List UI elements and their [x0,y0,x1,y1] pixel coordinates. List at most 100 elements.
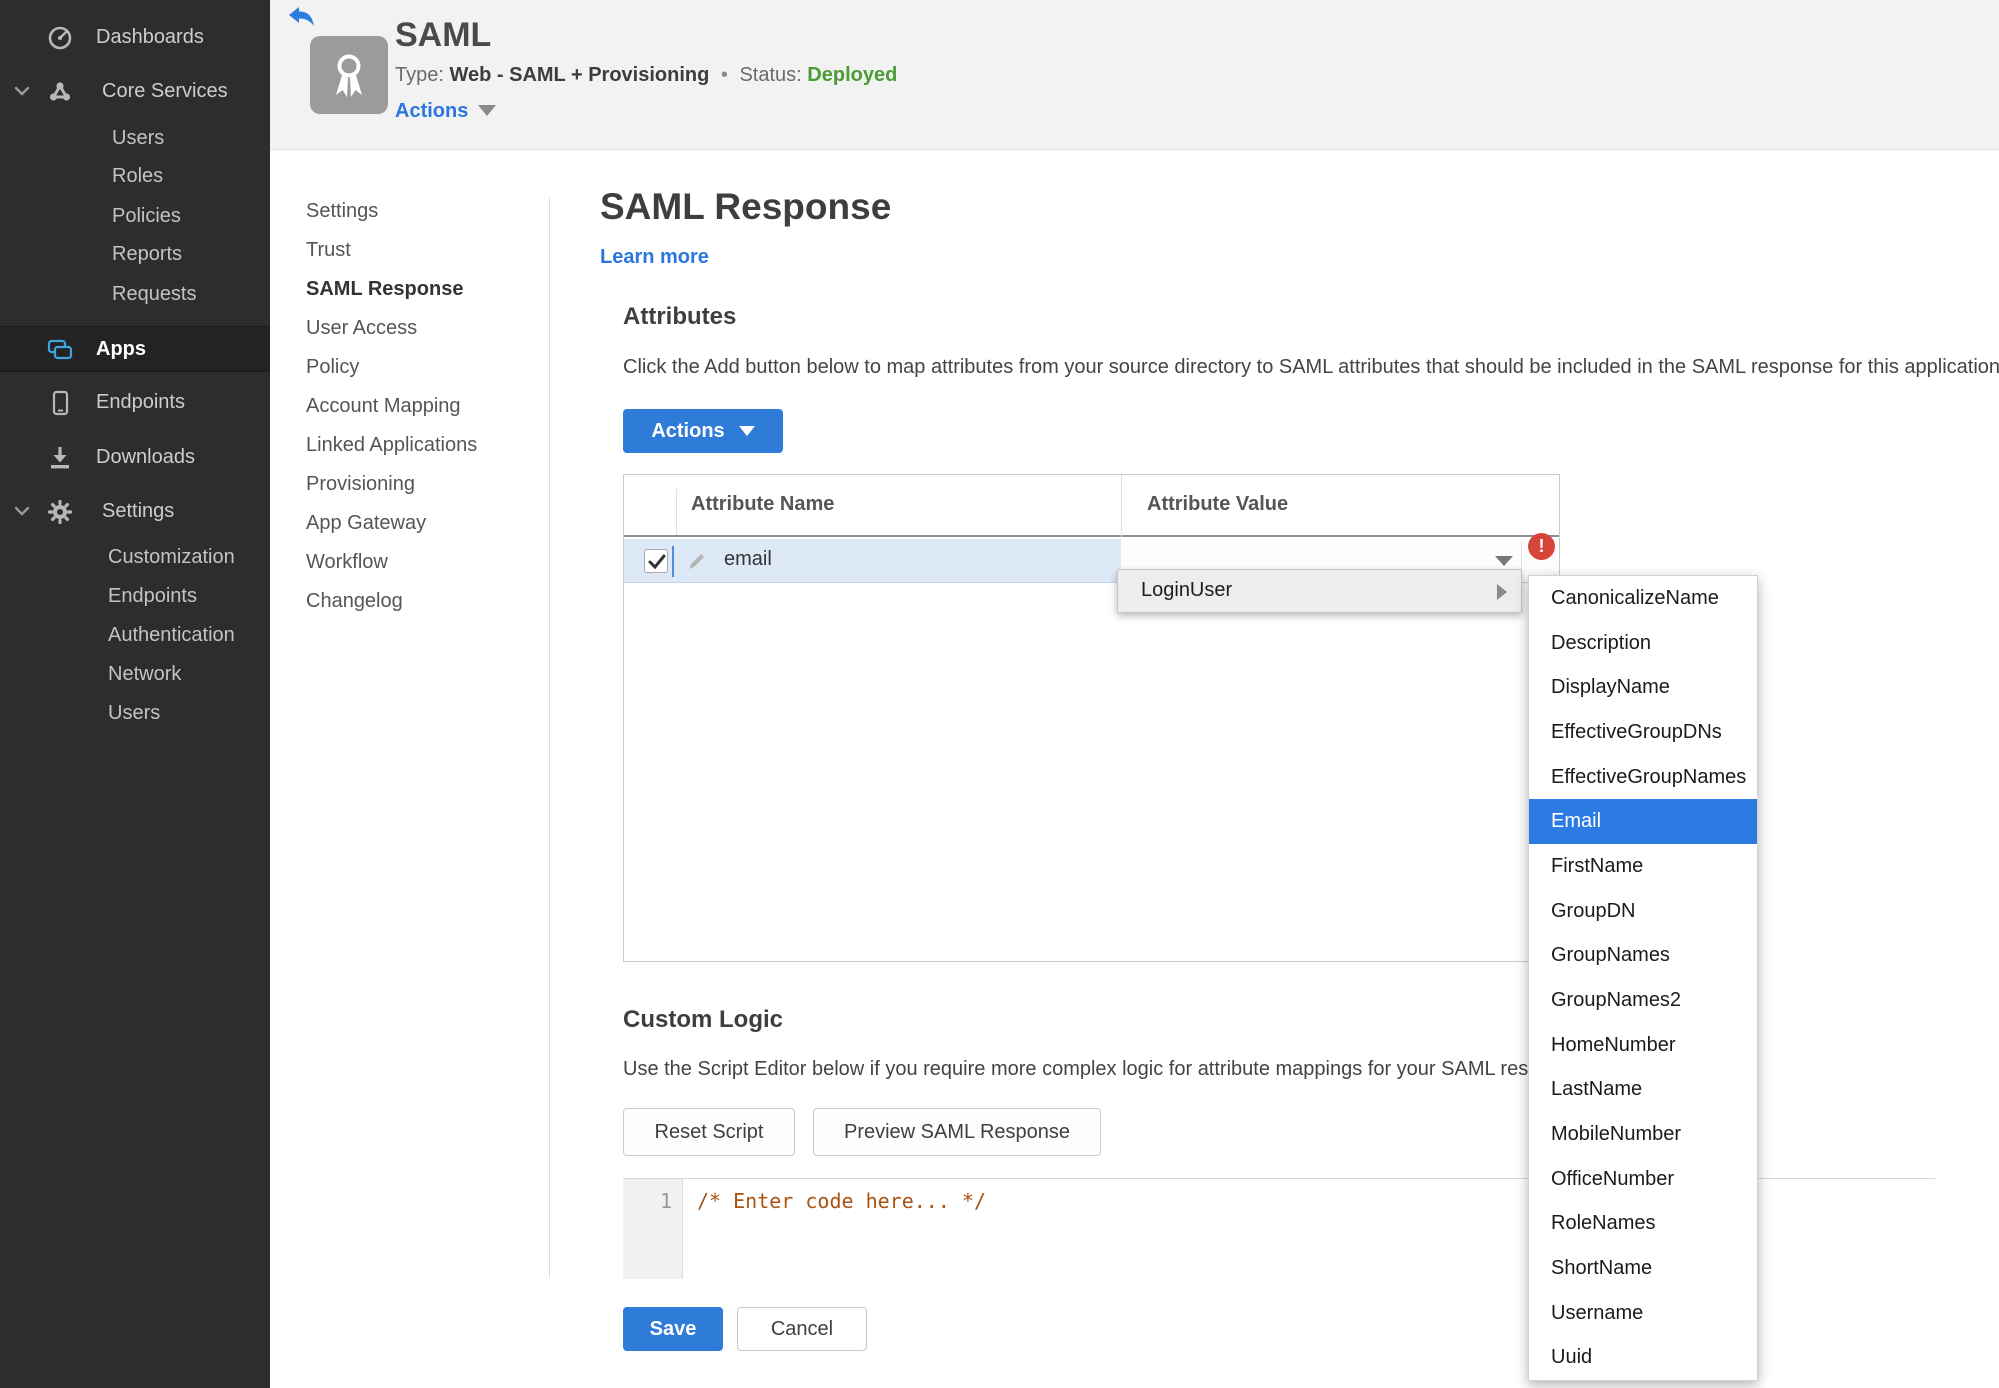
sidebar-item-downloads[interactable]: Downloads [0,438,270,478]
cell-cursor [672,546,674,577]
preview-saml-response-button[interactable]: Preview SAML Response [813,1108,1101,1156]
submenu-item-groupnames2[interactable]: GroupNames2 [1529,978,1757,1023]
tab-workflow[interactable]: Workflow [306,543,531,582]
tab-account-mapping[interactable]: Account Mapping [306,387,531,426]
sidebar-item-core-services[interactable]: Core Services [0,72,270,112]
apps-icon [46,337,74,363]
chevron-down-icon [738,425,755,436]
sidebar-item-settings[interactable]: Settings [0,492,270,532]
sidebar-item-label: Network [108,663,182,685]
submenu-item-officenumber[interactable]: OfficeNumber [1529,1157,1757,1202]
sidebar-item-endpoints[interactable]: Endpoints [0,383,270,423]
submenu-item-email[interactable]: Email [1529,799,1757,845]
app-header: SAML Type: Web - SAML + Provisioning • S… [270,0,1999,150]
tab-app-gateway[interactable]: App Gateway [306,504,531,543]
tab-settings[interactable]: Settings [306,192,531,231]
attributes-heading: Attributes [623,303,737,330]
reset-script-button[interactable]: Reset Script [623,1108,795,1156]
chevron-down-icon [14,504,30,522]
attribute-value-dropdown-item-loginuser[interactable]: LoginUser [1117,569,1522,613]
separator-dot: • [720,64,728,86]
sidebar-item-label: Endpoints [96,391,185,413]
chevron-down-icon [478,105,497,116]
submenu-arrow-icon [1497,584,1507,600]
dropdown-item-label: LoginUser [1141,579,1233,601]
header-actions-menu[interactable]: Actions [395,100,497,123]
vertical-divider [549,198,550,1278]
tab-provisioning[interactable]: Provisioning [306,465,531,504]
sidebar-item-label: Endpoints [108,585,197,607]
submenu-item-groupdn[interactable]: GroupDN [1529,889,1757,934]
sidebar-item-label: Core Services [102,80,228,102]
tab-user-access[interactable]: User Access [306,309,531,348]
sidebar-item-users[interactable]: Users [0,119,270,159]
cancel-button[interactable]: Cancel [737,1307,867,1351]
sidebar-item-dashboards[interactable]: Dashboards [0,18,270,58]
status-badge: Deployed [807,64,898,86]
submenu-item-description[interactable]: Description [1529,621,1757,666]
chevron-down-icon [14,84,30,102]
sidebar-item-users-settings[interactable]: Users [0,694,270,734]
submenu-item-effectivegroupdns[interactable]: EffectiveGroupDNs [1529,710,1757,755]
row-checkbox[interactable] [644,549,668,573]
back-arrow-icon[interactable] [288,6,316,30]
attributes-table: Attribute Name Attribute Value email ! [623,474,1560,962]
tab-saml-response[interactable]: SAML Response [306,270,531,309]
tab-policy[interactable]: Policy [306,348,531,387]
sidebar-item-label: Roles [112,165,164,187]
submenu-item-homenumber[interactable]: HomeNumber [1529,1023,1757,1068]
app-config-nav: Settings Trust SAML Response User Access… [306,192,531,621]
sidebar-item-customization[interactable]: Customization [0,538,270,578]
table-header-row: Attribute Name Attribute Value [624,475,1559,537]
app-window: Dashboards Core Services Users Roles Pol… [0,0,1999,1388]
sidebar-item-requests[interactable]: Requests [0,275,270,315]
tab-changelog[interactable]: Changelog [306,582,531,621]
custom-logic-heading: Custom Logic [623,1006,783,1033]
sidebar-item-apps[interactable]: Apps [0,326,270,372]
download-icon [46,445,74,471]
dropdown-caret-icon[interactable] [1495,556,1513,566]
sidebar-item-authentication[interactable]: Authentication [0,616,270,656]
submenu-item-groupnames[interactable]: GroupNames [1529,933,1757,978]
column-header-attribute-value: Attribute Value [1147,493,1289,515]
sidebar-item-network[interactable]: Network [0,655,270,695]
sidebar-item-roles[interactable]: Roles [0,157,270,197]
submenu-item-shortname[interactable]: ShortName [1529,1246,1757,1291]
status-label: Status: [739,64,802,86]
type-value: Web - SAML + Provisioning [449,64,710,86]
sidebar-item-label: Apps [96,338,146,360]
submenu-item-username[interactable]: Username [1529,1291,1757,1336]
learn-more-link[interactable]: Learn more [600,246,709,269]
sidebar-item-label: Dashboards [96,26,204,48]
submenu-item-lastname[interactable]: LastName [1529,1067,1757,1112]
save-button[interactable]: Save [623,1307,723,1351]
attribute-name-value: email [724,548,772,570]
editor-code-line[interactable]: /* Enter code here... */ [697,1189,986,1213]
sidebar-item-label: Authentication [108,624,235,646]
sidebar-item-policies[interactable]: Policies [0,197,270,237]
actions-button-label: Actions [651,419,725,442]
tab-linked-applications[interactable]: Linked Applications [306,426,531,465]
error-icon: ! [1528,533,1555,560]
submenu-item-rolenames[interactable]: RoleNames [1529,1201,1757,1246]
section-title: SAML Response [600,186,892,227]
sidebar-item-reports[interactable]: Reports [0,235,270,275]
attributes-description: Click the Add button below to map attrib… [623,356,1999,378]
edit-pencil-icon[interactable] [686,550,708,572]
primary-sidebar: Dashboards Core Services Users Roles Pol… [0,0,270,1388]
submenu-item-effectivegroupnames[interactable]: EffectiveGroupNames [1529,755,1757,800]
submenu-item-mobilenumber[interactable]: MobileNumber [1529,1112,1757,1157]
submenu-item-canonicalizename[interactable]: CanonicalizeName [1529,576,1757,621]
sidebar-item-label: Requests [112,283,197,305]
custom-logic-description: Use the Script Editor below if you requi… [623,1058,1589,1080]
submenu-item-uuid[interactable]: Uuid [1529,1335,1757,1380]
submenu-item-displayname[interactable]: DisplayName [1529,665,1757,710]
sidebar-item-endpoints-settings[interactable]: Endpoints [0,577,270,617]
sidebar-item-label: Users [108,702,161,724]
tab-trust[interactable]: Trust [306,231,531,270]
mobile-device-icon [46,390,74,416]
submenu-item-firstname[interactable]: FirstName [1529,844,1757,889]
column-divider [676,489,677,535]
attributes-actions-button[interactable]: Actions [623,409,783,453]
sidebar-item-label: Policies [112,205,181,227]
